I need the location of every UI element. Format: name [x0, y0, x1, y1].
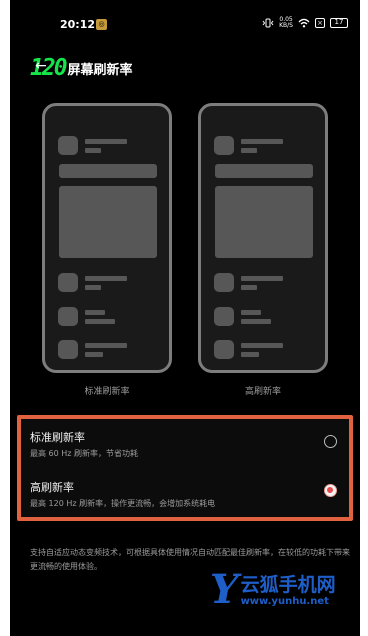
preview-text-line: [241, 310, 261, 315]
status-bar: 20:12 ◎ 0.05 KB/S × 17: [10, 0, 360, 48]
status-icons: 0.05 KB/S × 17: [262, 17, 348, 29]
standard-refresh-radio[interactable]: [324, 435, 337, 448]
preview-app-icon: [58, 273, 78, 292]
preview-text-line: [85, 343, 127, 348]
vibrate-icon: [262, 18, 274, 28]
preview-app-icon: [58, 307, 78, 326]
watermark-letter: Y: [210, 566, 239, 613]
page-header: 120 ← 屏幕刷新率: [30, 55, 133, 81]
wifi-icon: [298, 18, 310, 28]
preview-text-line: [241, 285, 257, 290]
preview-text-line: [85, 285, 101, 290]
app-notification-icon: ◎: [96, 19, 107, 30]
network-speed-unit: KB/S: [279, 22, 293, 29]
preview-text-line: [241, 139, 283, 144]
high-refresh-radio[interactable]: [324, 484, 337, 497]
preview-app-icon: [214, 340, 234, 359]
preview-text-line: [241, 319, 271, 324]
high-refresh-preview[interactable]: [198, 103, 328, 373]
watermark-url: www.yunhu.net: [240, 595, 329, 607]
preview-text-line: [241, 148, 257, 153]
status-time: 20:12: [60, 18, 96, 31]
preview-text-line: [85, 319, 115, 324]
option-high-desc: 最高 120 Hz 刷新率，操作更流畅，会增加系统耗电: [30, 499, 216, 508]
preview-image-block: [215, 186, 313, 258]
settings-screen: 20:12 ◎ 0.05 KB/S × 17 120 ← 屏幕刷新率 标准刷新率…: [10, 0, 360, 636]
preview-app-icon: [214, 273, 234, 292]
high-preview-label: 高刷新率: [244, 387, 281, 397]
preview-app-icon: [214, 307, 234, 326]
preview-text-line: [241, 352, 259, 357]
standard-refresh-preview[interactable]: [42, 103, 172, 373]
option-standard-title: 标准刷新率: [30, 431, 85, 444]
preview-text-line: [85, 148, 101, 153]
page-title: 屏幕刷新率: [67, 62, 133, 78]
network-speed: 0.05 KB/S: [279, 17, 293, 29]
preview-text-line: [85, 310, 105, 315]
preview-app-icon: [58, 340, 78, 359]
preview-app-icon: [58, 136, 78, 155]
preview-text-line: [241, 343, 283, 348]
preview-banner: [59, 164, 157, 178]
sim-icon: ×: [315, 18, 325, 28]
preview-image-block: [59, 186, 157, 258]
preview-text-line: [85, 352, 103, 357]
option-standard-desc: 最高 60 Hz 刷新率，节省功耗: [30, 449, 139, 458]
preview-app-icon: [214, 136, 234, 155]
preview-banner: [215, 164, 313, 178]
standard-preview-label: 标准刷新率: [84, 387, 130, 397]
preview-text-line: [241, 276, 283, 281]
refresh-rate-options: 标准刷新率 最高 60 Hz 刷新率，节省功耗 高刷新率 最高 120 Hz 刷…: [17, 415, 353, 521]
preview-text-line: [85, 276, 127, 281]
watermark-logo: Y 云狐手机网 www.yunhu.net: [210, 570, 336, 610]
back-arrow-icon[interactable]: ←: [35, 58, 47, 74]
option-high-title: 高刷新率: [30, 481, 74, 494]
watermark-name: 云狐手机网: [240, 573, 336, 596]
preview-text-line: [85, 139, 127, 144]
battery-icon: 17: [330, 18, 348, 28]
